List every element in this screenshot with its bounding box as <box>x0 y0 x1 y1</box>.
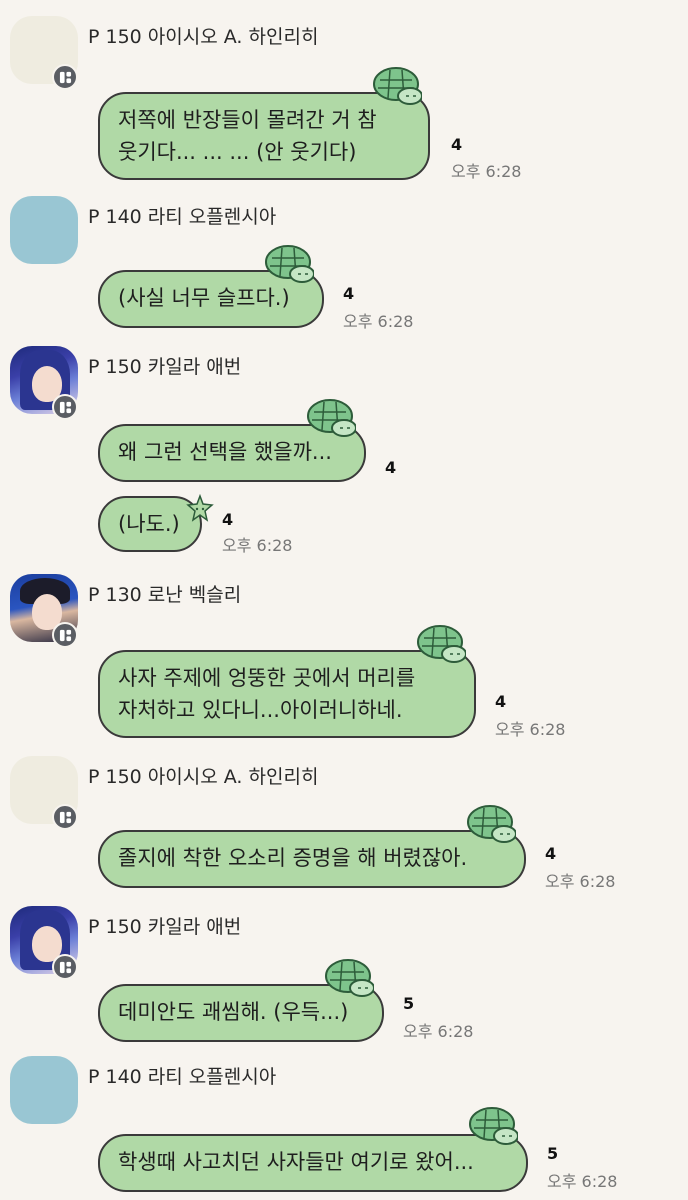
unread-count: 5 <box>547 1144 559 1163</box>
turtle-sticker-icon <box>417 625 466 663</box>
message-bubble[interactable]: 졸지에 착한 오소리 증명을 해 버렸잖아. <box>98 830 526 888</box>
sender-name: P 150 카일라 애번 <box>88 916 242 938</box>
chat-screen: { "messages": [ { "sender": "P 150 아이시오 … <box>0 0 688 1200</box>
profile-badge-icon <box>52 622 78 648</box>
sender-name: P 130 로난 벡슬리 <box>88 584 242 606</box>
sender-name: P 150 아이시오 A. 하인리히 <box>88 26 319 48</box>
message-line: 데미안도 괘씸해. (우득...) <box>118 1000 349 1024</box>
message-line: 학생때 사고치던 사자들만 여기로 왔어... <box>118 1150 474 1174</box>
profile-badge-icon <box>52 954 78 980</box>
avatar[interactable] <box>10 196 78 264</box>
timestamp: 오후 6:28 <box>495 720 566 739</box>
sender-name: P 140 라티 오플렌시아 <box>88 1066 277 1088</box>
profile-badge-icon <box>52 804 78 830</box>
unread-count: 4 <box>495 692 507 711</box>
unread-count: 4 <box>385 458 397 477</box>
timestamp: 오후 6:28 <box>545 872 616 891</box>
sender-name: P 150 카일라 애번 <box>88 356 242 378</box>
unread-count: 4 <box>451 135 463 154</box>
unread-count: 5 <box>403 994 415 1013</box>
turtle-sticker-icon <box>469 1107 518 1145</box>
sender-name: P 150 아이시오 A. 하인리히 <box>88 766 319 788</box>
timestamp: 오후 6:28 <box>222 536 293 555</box>
unread-count: 4 <box>343 284 355 303</box>
turtle-sticker-icon <box>265 245 314 283</box>
turtle-sticker-icon <box>373 67 422 105</box>
avatar[interactable] <box>10 1056 78 1124</box>
message-line: 자처하고 있다니...아이러니하네. <box>118 698 403 722</box>
turtle-sticker-icon <box>325 959 374 997</box>
star-sticker-icon <box>186 494 214 522</box>
profile-badge-icon <box>52 64 78 90</box>
message-bubble[interactable]: 학생때 사고치던 사자들만 여기로 왔어... <box>98 1134 528 1192</box>
message-line: (나도.) <box>118 512 180 536</box>
unread-count: 4 <box>545 844 557 863</box>
timestamp: 오후 6:28 <box>403 1022 474 1041</box>
message-line: 왜 그런 선택을 했을까... <box>118 440 332 464</box>
message-line: 저쪽에 반장들이 몰려간 거 참 <box>118 108 377 132</box>
timestamp: 오후 6:28 <box>547 1172 618 1191</box>
turtle-sticker-icon <box>467 805 516 843</box>
profile-badge-icon <box>52 394 78 420</box>
timestamp: 오후 6:28 <box>451 162 522 181</box>
message-line: (사실 너무 슬프다.) <box>118 286 290 310</box>
sender-name: P 140 라티 오플렌시아 <box>88 206 277 228</box>
turtle-sticker-icon <box>307 399 356 437</box>
message-line: 졸지에 착한 오소리 증명을 해 버렸잖아. <box>118 846 468 870</box>
timestamp: 오후 6:28 <box>343 312 414 331</box>
unread-count: 4 <box>222 510 234 529</box>
message-line: 웃기다... ... ... (안 웃기다) <box>118 140 357 164</box>
message-line: 사자 주제에 엉뚱한 곳에서 머리를 <box>118 666 416 690</box>
